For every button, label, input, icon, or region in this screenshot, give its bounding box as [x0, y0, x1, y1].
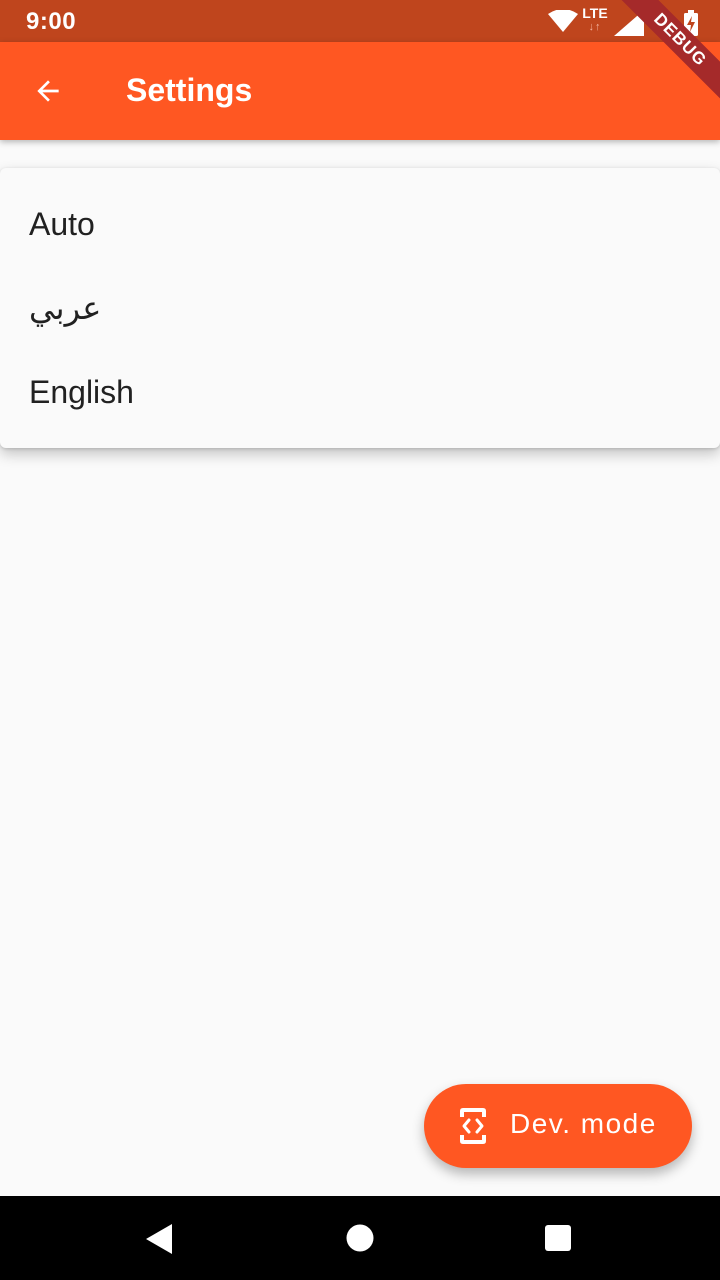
back-button[interactable] — [20, 63, 76, 119]
nav-home-icon[interactable] — [346, 1224, 374, 1252]
nav-recents-icon[interactable] — [545, 1225, 571, 1251]
arrow-left-icon — [37, 80, 59, 102]
wifi-icon — [548, 10, 578, 32]
status-bar: 9:00 LTE ↓↑ — [0, 0, 720, 42]
language-menu: Auto عربي English — [0, 168, 720, 448]
menu-item-arabic[interactable]: عربي — [0, 266, 720, 350]
lte-icon: LTE ↓↑ — [580, 6, 610, 36]
nav-back-icon[interactable] — [146, 1224, 172, 1254]
developer-mode-icon — [460, 1108, 486, 1144]
menu-item-english[interactable]: English — [0, 350, 720, 434]
signal-icon — [614, 10, 644, 36]
page-title: Settings — [126, 72, 253, 108]
lte-arrows: ↓↑ — [588, 21, 602, 33]
status-time: 9:00 — [26, 8, 77, 35]
dev-mode-label: Dev. mode — [510, 1108, 657, 1139]
system-nav-bar — [0, 1196, 720, 1280]
app-bar: Settings — [0, 42, 720, 140]
dev-mode-button[interactable]: Dev. mode — [424, 1084, 692, 1168]
battery-icon — [684, 10, 698, 36]
menu-item-auto[interactable]: Auto — [0, 182, 720, 266]
lte-label: LTE — [582, 5, 608, 21]
